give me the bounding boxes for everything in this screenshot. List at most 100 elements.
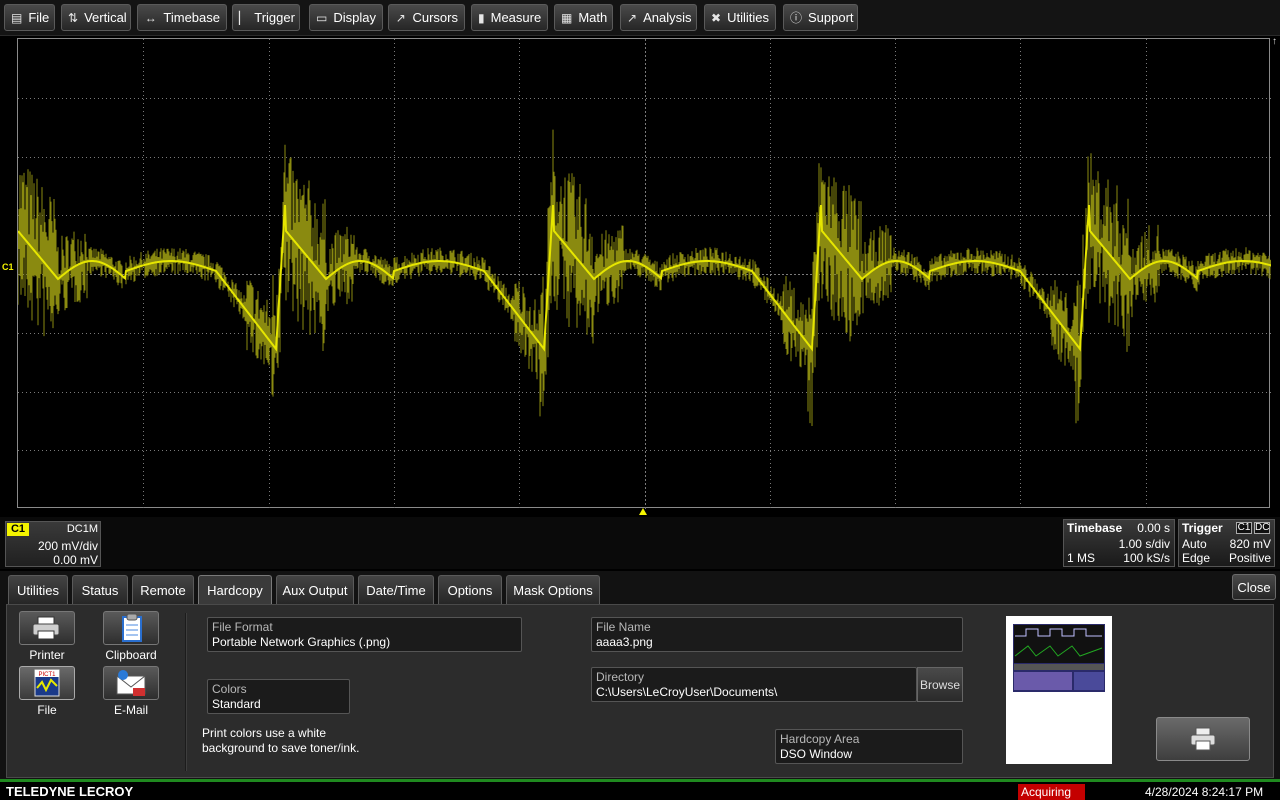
hardcopy-preview	[1006, 616, 1112, 764]
menu-measure-button[interactable]: ▮ Measure	[471, 4, 548, 31]
colors-note-line1: Print colors use a white	[202, 726, 327, 740]
print-button[interactable]	[1156, 717, 1250, 761]
timebase-tdiv: 1.00 s/div	[1118, 537, 1170, 551]
menu-analysis-button[interactable]: ↗ Analysis	[620, 4, 697, 31]
utilities-dialog: Utilities Status Remote Hardcopy Aux Output D…	[0, 571, 1280, 782]
tab-aux-output[interactable]: Aux Output	[276, 575, 354, 604]
panel-divider	[185, 613, 187, 771]
menu-label: Trigger	[254, 10, 295, 25]
file-button[interactable]: PICT1	[19, 666, 75, 700]
cursor-icon: ↗	[395, 10, 406, 25]
menu-math-button[interactable]: ▦ Math	[554, 4, 613, 31]
trigger-level-marker[interactable]: ↑	[1272, 36, 1277, 47]
menu-label: Timebase	[163, 10, 220, 25]
horizontal-arrows-icon: ↔	[144, 10, 157, 25]
menu-label: Measure	[490, 10, 542, 25]
menu-label: Utilities	[727, 10, 769, 25]
menu-label: Vertical	[84, 10, 127, 25]
tab-options[interactable]: Options	[438, 575, 502, 604]
menu-label: Math	[578, 10, 608, 25]
hardcopy-panel: Printer Clipboard PICT1 File E-Mail File…	[6, 604, 1274, 778]
directory-value: C:\Users\LeCroyUser\Documents\	[596, 685, 778, 699]
calculator-icon: ▦	[561, 10, 573, 25]
menu-cursors-button[interactable]: ↗ Cursors	[388, 4, 465, 31]
menu-timebase-button[interactable]: ↔ Timebase	[137, 4, 227, 31]
timebase-samples: 1 MS	[1067, 551, 1096, 565]
colors-value: Standard	[212, 697, 261, 711]
hardcopy-area-select[interactable]: Hardcopy Area DSO Window	[775, 729, 963, 764]
trigger-slope: Positive	[1228, 551, 1271, 565]
waveform-trace-envelope	[18, 129, 1271, 426]
tab-date-time[interactable]: Date/Time	[358, 575, 434, 604]
menu-label: Analysis	[643, 10, 692, 25]
waveform-grid[interactable]	[17, 38, 1271, 509]
menu-support-button[interactable]: ⓘ Support	[783, 4, 858, 31]
trigger-descriptor[interactable]: Trigger C1 DC Auto 820 mV Edge Positive	[1178, 519, 1275, 567]
waveform-display	[18, 39, 1271, 509]
colors-select[interactable]: Colors Standard	[207, 679, 350, 714]
tools-icon: ✖	[711, 10, 722, 25]
measure-icon: ▮	[478, 10, 485, 25]
colors-note: Print colors use a white background to s…	[202, 726, 359, 756]
channel-offset: 0.00 mV	[53, 553, 98, 567]
printer-icon	[1190, 727, 1216, 751]
menu-label: Cursors	[412, 10, 458, 25]
directory-field[interactable]: Directory C:\Users\LeCroyUser\Documents\	[591, 667, 917, 702]
directory-label: Directory	[596, 670, 645, 684]
menu-label: Display	[333, 10, 376, 25]
brand-logo: TELEDYNE LECROY	[6, 784, 134, 799]
trigger-level: 820 mV	[1229, 537, 1271, 551]
channel-vdiv: 200 mV/div	[37, 539, 98, 553]
tab-status[interactable]: Status	[72, 575, 128, 604]
trigger-type: Edge	[1182, 551, 1211, 565]
trigger-mode: Auto	[1182, 537, 1207, 551]
trigger-title: Trigger	[1182, 521, 1223, 535]
channel-marker-c1[interactable]: C1	[2, 262, 14, 272]
timebase-rate: 100 kS/s	[1123, 551, 1170, 565]
hardcopy-area-value: DSO Window	[780, 747, 853, 761]
timebase-title: Timebase	[1067, 521, 1123, 535]
menu-label: File	[28, 10, 50, 25]
menu-trigger-button[interactable]: ▏ Trigger	[232, 4, 300, 31]
printer-label: Printer	[29, 648, 65, 662]
file-name-field[interactable]: File Name aaaa3.png	[591, 617, 963, 652]
email-label: E-Mail	[113, 703, 148, 717]
tab-mask-options[interactable]: Mask Options	[506, 575, 600, 604]
vertical-arrows-icon: ⇅	[68, 10, 79, 25]
browse-button[interactable]: Browse	[917, 667, 963, 702]
menu-file-button[interactable]: ▤ File	[4, 4, 55, 31]
colors-note-line2: background to save toner/ink.	[202, 741, 360, 755]
printer-button[interactable]	[19, 611, 75, 645]
trigger-edge-icon: ▏	[239, 10, 249, 25]
pict-label: PICT1	[38, 672, 56, 678]
tab-hardcopy[interactable]: Hardcopy	[198, 575, 272, 604]
timebase-delay: 0.00 s	[1137, 521, 1170, 535]
display-icon: ▭	[316, 10, 328, 25]
clipboard-button[interactable]	[103, 611, 159, 645]
trigger-position-marker[interactable]	[639, 508, 647, 515]
timebase-descriptor[interactable]: Timebase 0.00 s 1.00 s/div 1 MS 100 kS/s	[1063, 519, 1175, 567]
channel-descriptor-c1[interactable]: C1 DC1M 200 mV/div 0.00 mV	[5, 521, 101, 567]
trigger-coupling: DC	[1254, 522, 1270, 534]
file-format-select[interactable]: File Format Portable Network Graphics (.…	[207, 617, 522, 652]
channel-tag: C1	[7, 523, 29, 536]
clipboard-icon: ▤	[11, 10, 23, 25]
printer-icon	[32, 616, 60, 640]
analysis-chart-icon: ↗	[627, 10, 638, 25]
menu-vertical-button[interactable]: ⇅ Vertical	[61, 4, 131, 31]
hardcopy-area-label: Hardcopy Area	[780, 732, 860, 746]
tab-remote[interactable]: Remote	[132, 575, 194, 604]
close-button[interactable]: Close	[1232, 574, 1276, 600]
file-name-label: File Name	[596, 620, 651, 634]
file-image-icon: PICT1	[34, 669, 60, 697]
tab-utilities[interactable]: Utilities	[8, 575, 68, 604]
menu-utilities-button[interactable]: ✖ Utilities	[704, 4, 776, 31]
file-name-value: aaaa3.png	[596, 635, 653, 649]
file-format-value: Portable Network Graphics (.png)	[212, 635, 391, 649]
menu-bar: ▤ File ⇅ Vertical ↔ Timebase ▏ Trigger ▭ Display ↗…	[0, 0, 1280, 36]
file-label: File	[37, 703, 57, 717]
clipboard-label: Clipboard	[105, 648, 157, 662]
menu-display-button[interactable]: ▭ Display	[309, 4, 383, 31]
channel-coupling: DC1M	[66, 523, 98, 535]
email-button[interactable]	[103, 666, 159, 700]
